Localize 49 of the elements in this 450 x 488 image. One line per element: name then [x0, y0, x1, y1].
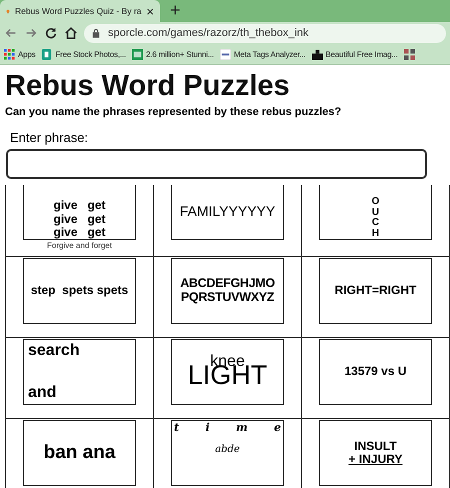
- new-tab-button[interactable]: +: [170, 0, 181, 20]
- grid-icon: [4, 48, 15, 60]
- reload-icon[interactable]: [44, 26, 58, 40]
- page-title: Rebus Word Puzzles: [5, 69, 291, 103]
- bookmark[interactable]: Beautiful Free Imag...: [312, 48, 398, 60]
- tab-title: Rebus Word Puzzles Quiz - By ra: [14, 6, 142, 16]
- address-bar[interactable]: sporcle.com/games/razorz/th_thebox_ink: [84, 24, 446, 42]
- puzzle-text: ABCDEFGHJMO: [180, 277, 275, 291]
- back-icon[interactable]: [4, 26, 18, 40]
- bookmark[interactable]: Apps: [4, 48, 36, 60]
- url-text: sporcle.com/games/razorz/th_thebox_ink: [108, 27, 309, 39]
- puzzle-text: RIGHT=RIGHT: [334, 284, 416, 298]
- close-button[interactable]: ×: [146, 4, 154, 18]
- puzzle-text: search: [28, 342, 80, 360]
- puzzle-text: e: [274, 421, 281, 434]
- puzzle-text: ban ana: [44, 442, 116, 464]
- bookmark[interactable]: Free Stock Photos,...: [41, 48, 126, 60]
- square-icon: [132, 48, 143, 60]
- browser-tab[interactable]: Rebus Word Puzzles Quiz - By ra ×: [0, 0, 160, 22]
- puzzle-text: INSULT: [354, 440, 397, 453]
- puzzle-text: U: [372, 208, 380, 218]
- puzzle-text: and: [28, 384, 56, 402]
- puzzle-text: t: [174, 421, 180, 434]
- phrase-input[interactable]: [6, 149, 427, 179]
- forward-icon[interactable]: [24, 26, 38, 40]
- puzzle-text: + INJURY: [348, 453, 402, 466]
- bookmark[interactable]: 2.6 million+ Stunni...: [132, 48, 214, 60]
- page-icon: [41, 48, 52, 60]
- puzzle-text: m: [236, 421, 248, 434]
- puzzle-text: i: [205, 421, 210, 434]
- puzzle-text: H: [372, 228, 380, 239]
- home-icon[interactable]: [64, 26, 78, 40]
- puzzle-text: PQRSTUVWXYZ: [180, 291, 274, 305]
- bookmark[interactable]: Meta Tags Analyzer...: [220, 48, 306, 60]
- puzzle-text: step spets spets: [30, 284, 128, 298]
- puzzle-text: abde: [215, 444, 240, 455]
- field-label: Enter phrase:: [10, 130, 90, 145]
- puzzle-text: give get: [53, 212, 106, 226]
- puzzle-caption: Forgive and forget: [47, 241, 112, 250]
- lock-icon: [92, 28, 100, 38]
- puzzle-text: 13579 vs U: [344, 365, 407, 379]
- camera-icon: [312, 48, 323, 60]
- puzzle-text: FAMILYYYYYY: [180, 204, 276, 220]
- puzzle-text: give get: [53, 226, 106, 239]
- subtitle: Can you name the phrases represented by these rebus puzzles?: [5, 106, 342, 118]
- puzzle-text: O: [372, 197, 380, 208]
- qr-icon[interactable]: [404, 48, 415, 60]
- puzzle-text: C: [372, 218, 380, 228]
- puzzle-text: give get: [53, 199, 106, 213]
